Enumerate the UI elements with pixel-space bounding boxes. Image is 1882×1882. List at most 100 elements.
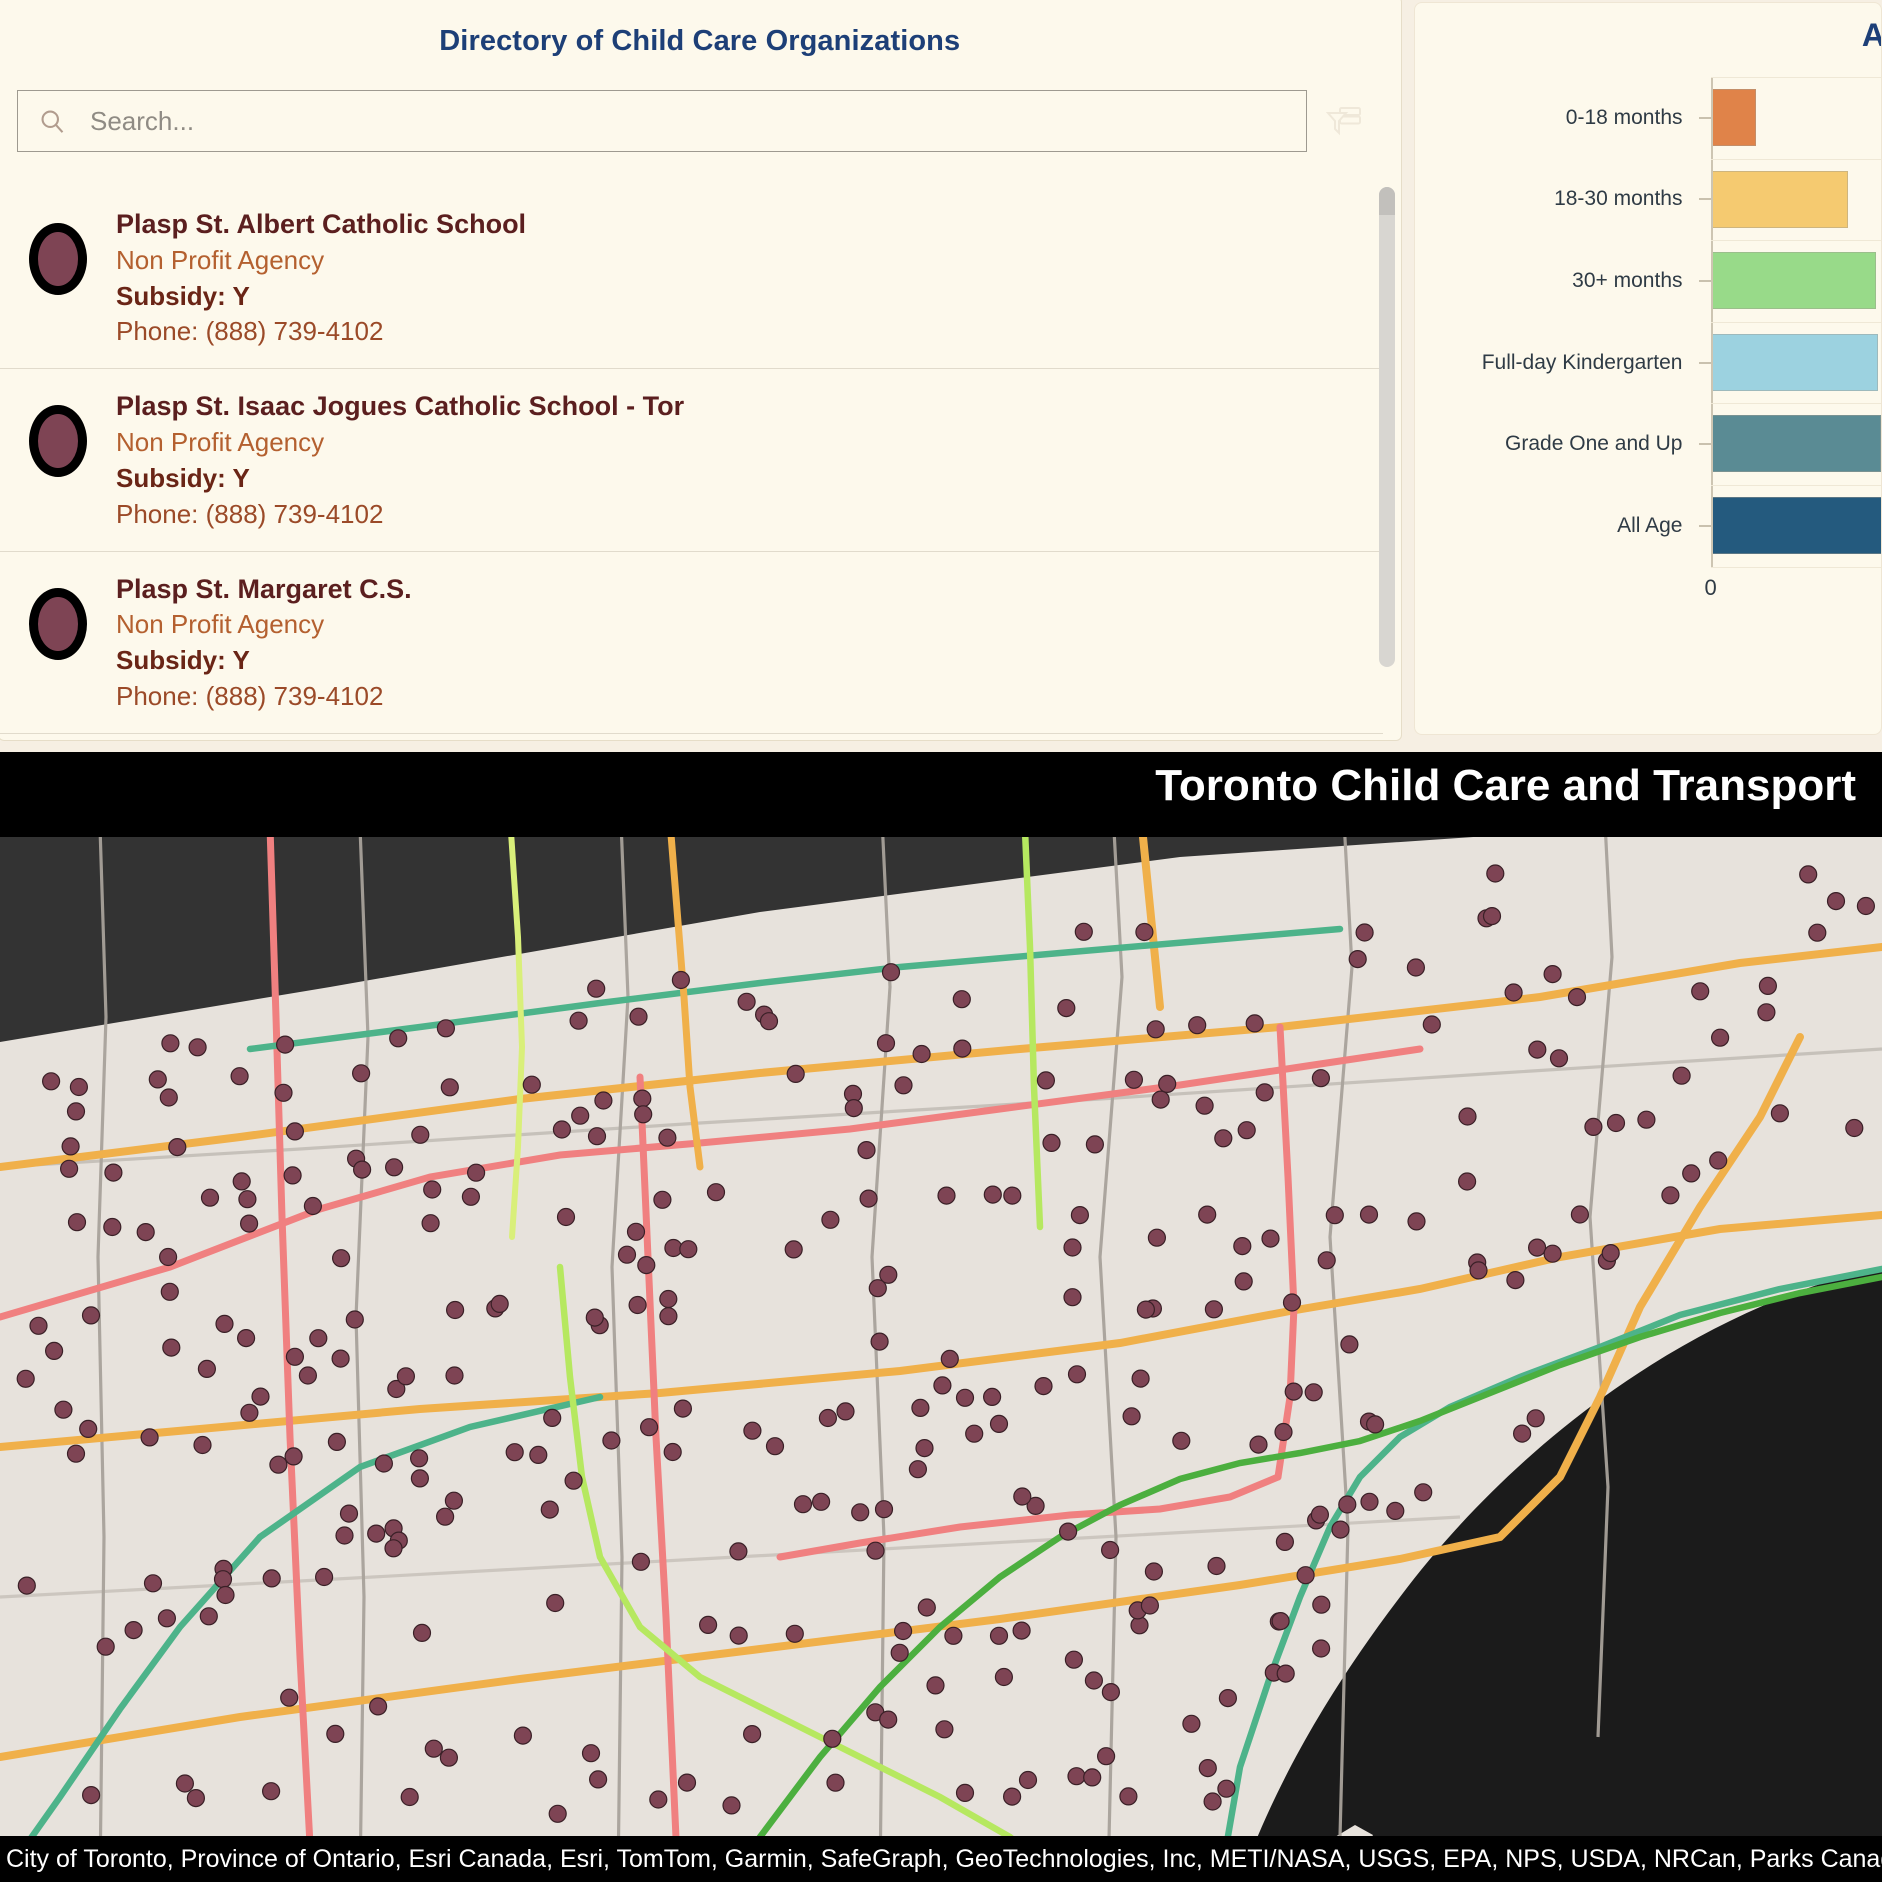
map-point-child-care-centre[interactable] xyxy=(1528,1040,1547,1059)
map-point-child-care-centre[interactable] xyxy=(17,1576,36,1595)
map-point-child-care-centre[interactable] xyxy=(784,1240,803,1259)
map-point-child-care-centre[interactable] xyxy=(162,1338,181,1357)
map-point-child-care-centre[interactable] xyxy=(1758,976,1778,995)
map-point-child-care-centre[interactable] xyxy=(1457,1172,1477,1191)
scrollbar-thumb[interactable] xyxy=(1378,187,1395,667)
map-point-child-care-centre[interactable] xyxy=(1064,1650,1084,1669)
map-point-child-care-centre[interactable] xyxy=(200,1188,220,1207)
map-point-child-care-centre[interactable] xyxy=(104,1163,123,1182)
map-point-child-care-centre[interactable] xyxy=(215,1314,234,1333)
map-point-child-care-centre[interactable] xyxy=(937,1186,956,1205)
map-point-child-care-centre[interactable] xyxy=(1122,1407,1141,1426)
map-point-child-care-centre[interactable] xyxy=(785,1624,804,1643)
map-point-child-care-centre[interactable] xyxy=(1543,1244,1562,1263)
map-point-child-care-centre[interactable] xyxy=(1856,896,1876,916)
map-point-child-care-centre[interactable] xyxy=(283,1166,302,1185)
map-point-child-care-centre[interactable] xyxy=(16,1369,35,1388)
map-point-child-care-centre[interactable] xyxy=(673,1399,693,1418)
map-point-child-care-centre[interactable] xyxy=(868,1279,887,1298)
map-point-child-care-centre[interactable] xyxy=(1549,1049,1569,1068)
map-point-child-care-centre[interactable] xyxy=(230,1067,249,1086)
map-point-child-care-centre[interactable] xyxy=(1233,1237,1252,1256)
map-point-child-care-centre[interactable] xyxy=(874,1500,894,1519)
map-point-child-care-centre[interactable] xyxy=(1845,1118,1864,1138)
map-point-child-care-centre[interactable] xyxy=(1261,1229,1280,1248)
map-point-child-care-centre[interactable] xyxy=(1067,1767,1086,1786)
map-point-child-care-centre[interactable] xyxy=(1074,922,1093,941)
map-point-child-care-centre[interactable] xyxy=(1146,1020,1165,1039)
map-point-child-care-centre[interactable] xyxy=(952,990,971,1009)
map-point-child-care-centre[interactable] xyxy=(423,1180,442,1199)
map-point-child-care-centre[interactable] xyxy=(1486,864,1505,883)
map-point-child-care-centre[interactable] xyxy=(1100,1540,1120,1560)
map-point-child-care-centre[interactable] xyxy=(400,1787,419,1807)
map-point-child-care-centre[interactable] xyxy=(374,1454,393,1473)
map-point-child-care-centre[interactable] xyxy=(556,1207,576,1227)
map-point-child-care-centre[interactable] xyxy=(859,1189,878,1208)
map-point-child-care-centre[interactable] xyxy=(1158,1074,1177,1093)
map-point-child-care-centre[interactable] xyxy=(933,1376,952,1395)
map-point-child-care-centre[interactable] xyxy=(1406,958,1426,977)
map-point-child-care-centre[interactable] xyxy=(894,1076,913,1095)
map-point-child-care-centre[interactable] xyxy=(1506,1271,1525,1290)
map-point-child-care-centre[interactable] xyxy=(1710,1028,1730,1047)
map-point-child-care-centre[interactable] xyxy=(628,1295,647,1315)
map-point-child-care-centre[interactable] xyxy=(1002,1787,1022,1806)
map-point-child-care-centre[interactable] xyxy=(1130,1616,1149,1635)
map-point-child-care-centre[interactable] xyxy=(1214,1129,1233,1148)
map-point-child-care-centre[interactable] xyxy=(851,1503,870,1522)
map-point-child-care-centre[interactable] xyxy=(262,1782,281,1801)
filter-button[interactable] xyxy=(1307,90,1381,152)
map-point-child-care-centre[interactable] xyxy=(309,1329,328,1348)
map-point-child-care-centre[interactable] xyxy=(1198,1758,1217,1778)
map-point-child-care-centre[interactable] xyxy=(1188,1016,1207,1035)
map-point-child-care-centre[interactable] xyxy=(944,1626,963,1645)
chart-bar-row[interactable]: Full-day Kindergarten xyxy=(1415,322,1882,404)
map-point-child-care-centre[interactable] xyxy=(81,1785,101,1805)
map-point-child-care-centre[interactable] xyxy=(1012,1621,1031,1640)
map-point-child-care-centre[interactable] xyxy=(659,1289,678,1309)
map-point-child-care-centre[interactable] xyxy=(821,1210,840,1229)
map-point-child-care-centre[interactable] xyxy=(1709,1151,1728,1170)
map-point-child-care-centre[interactable] xyxy=(1360,1492,1379,1511)
map-point-child-care-centre[interactable] xyxy=(671,970,691,990)
map-point-child-care-centre[interactable] xyxy=(1034,1376,1053,1396)
map-point-child-care-centre[interactable] xyxy=(143,1574,163,1593)
map-point-child-care-centre[interactable] xyxy=(1414,1483,1433,1502)
map-point-child-care-centre[interactable] xyxy=(186,1788,205,1808)
map-point-child-care-centre[interactable] xyxy=(1661,1186,1680,1205)
list-scrollbar[interactable] xyxy=(1378,187,1395,740)
map-point-child-care-centre[interactable] xyxy=(140,1428,159,1447)
map-point-child-care-centre[interactable] xyxy=(1570,1205,1590,1224)
map-point-child-care-centre[interactable] xyxy=(298,1366,317,1385)
map-point-child-care-centre[interactable] xyxy=(1296,1566,1315,1585)
map-point-child-care-centre[interactable] xyxy=(339,1504,359,1523)
map-point-child-care-centre[interactable] xyxy=(59,1159,79,1178)
map-point-child-care-centre[interactable] xyxy=(1276,1664,1295,1683)
map-point-child-care-centre[interactable] xyxy=(1147,1228,1167,1247)
map-point-child-care-centre[interactable] xyxy=(811,1492,831,1511)
map-point-child-care-centre[interactable] xyxy=(742,1724,762,1744)
map-point-child-care-centre[interactable] xyxy=(1070,1206,1090,1225)
map-point-child-care-centre[interactable] xyxy=(315,1567,334,1587)
map-point-child-care-centre[interactable] xyxy=(168,1138,187,1157)
map-point-child-care-centre[interactable] xyxy=(160,1282,179,1301)
map-point-child-care-centre[interactable] xyxy=(389,1029,408,1048)
map-point-child-care-centre[interactable] xyxy=(587,979,606,998)
map-point-child-care-centre[interactable] xyxy=(1422,1015,1441,1034)
map-point-child-care-centre[interactable] xyxy=(617,1245,637,1264)
map-point-child-care-centre[interactable] xyxy=(786,1064,805,1083)
map-point-child-care-centre[interactable] xyxy=(585,1308,604,1327)
map-point-child-care-centre[interactable] xyxy=(1057,999,1076,1018)
map-point-child-care-centre[interactable] xyxy=(285,1122,304,1141)
map-point-child-care-centre[interactable] xyxy=(1799,865,1818,884)
list-item[interactable]: Plasp St. Margaret C.S. Non Profit Agenc… xyxy=(0,552,1383,734)
map-point-child-care-centre[interactable] xyxy=(587,1127,607,1146)
map-point-child-care-centre[interactable] xyxy=(467,1163,486,1182)
map-point-child-care-centre[interactable] xyxy=(729,1542,748,1561)
map-point-child-care-centre[interactable] xyxy=(369,1697,388,1716)
chart-bar[interactable] xyxy=(1710,252,1876,310)
map-point-child-care-centre[interactable] xyxy=(44,1341,64,1361)
map-point-child-care-centre[interactable] xyxy=(881,963,901,982)
map-point-child-care-centre[interactable] xyxy=(989,1626,1009,1645)
